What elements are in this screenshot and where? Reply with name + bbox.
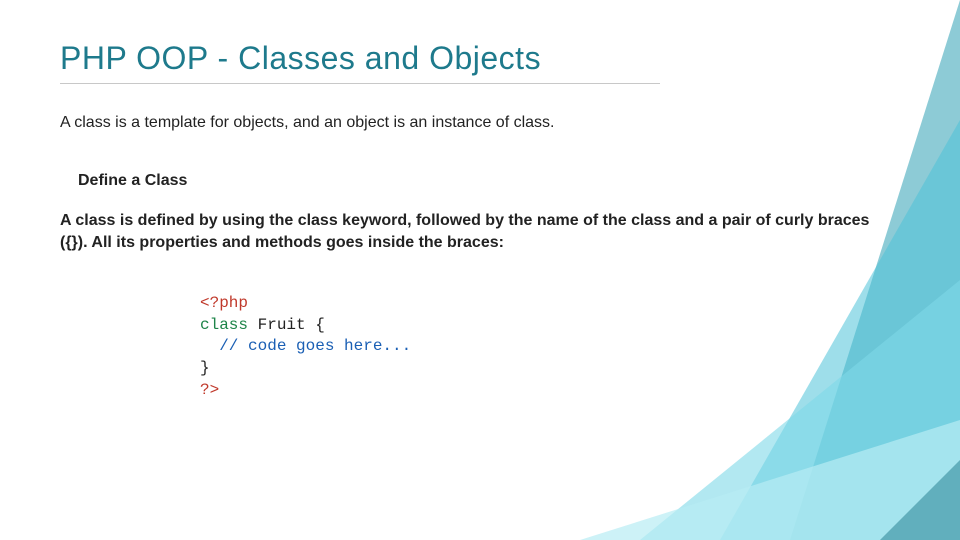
section-text: A class is defined by using the class ke…	[60, 210, 880, 253]
page-title: PHP OOP - Classes and Objects	[60, 40, 900, 77]
section-heading: Define a Class	[78, 172, 900, 190]
code-comment: // code goes here...	[200, 337, 411, 355]
code-line-1: <?php	[200, 294, 248, 312]
code-block: <?php class Fruit { // code goes here...…	[200, 293, 900, 401]
code-class-name: Fruit {	[248, 316, 325, 334]
code-keyword-class: class	[200, 316, 248, 334]
title-underline	[60, 83, 660, 84]
intro-text: A class is a template for objects, and a…	[60, 114, 900, 132]
code-close-brace: }	[200, 359, 210, 377]
code-line-5: ?>	[200, 381, 219, 399]
